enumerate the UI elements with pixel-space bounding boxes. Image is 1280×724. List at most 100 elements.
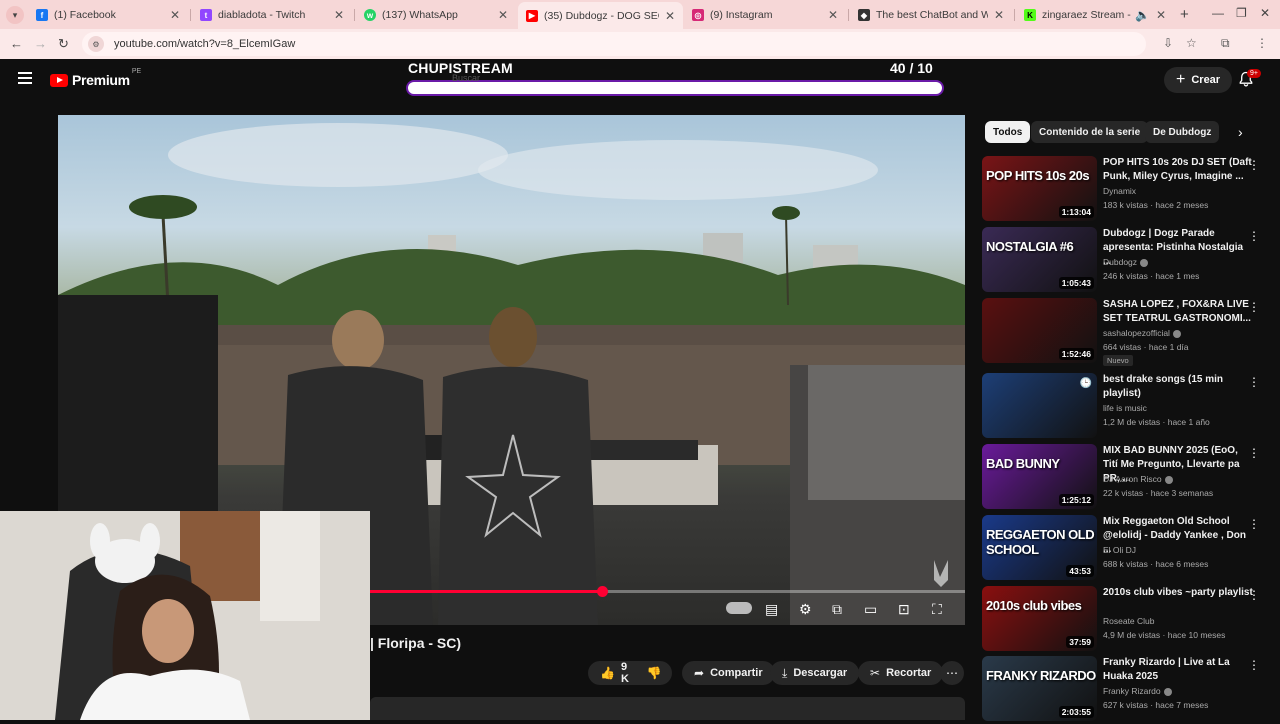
- subtitles-icon[interactable]: ▤: [765, 601, 778, 618]
- duration-badge: 43:53: [1066, 565, 1094, 577]
- views-and-date: 22 k vistas · hace 3 semanas: [1103, 488, 1214, 498]
- extensions-icon[interactable]: ⧉: [1221, 36, 1230, 51]
- mute-tab-icon[interactable]: 🔈: [1135, 8, 1150, 22]
- forward-icon[interactable]: →: [34, 36, 47, 51]
- close-tab-icon[interactable]: ✕: [334, 8, 344, 22]
- close-tab-icon[interactable]: ✕: [994, 8, 1004, 22]
- twitch-icon: t: [200, 9, 212, 21]
- tab-search-icon[interactable]: ▾: [6, 6, 24, 24]
- more-options-icon[interactable]: ⋮: [1248, 446, 1260, 460]
- like-count[interactable]: 9 K: [621, 661, 629, 685]
- cast-icon[interactable]: ⊡: [898, 601, 910, 618]
- overlay-count: 40 / 10: [890, 60, 933, 76]
- menu-icon[interactable]: [18, 72, 32, 84]
- close-window-icon[interactable]: ✕: [1260, 6, 1270, 20]
- watch-later-icon[interactable]: 🕒: [1080, 378, 1092, 389]
- chip-series-content[interactable]: Contenido de la serie: [1031, 121, 1149, 143]
- close-tab-icon[interactable]: ✕: [665, 9, 675, 23]
- autoplay-toggle[interactable]: [726, 602, 752, 614]
- channel-name[interactable]: Franky Rizardo: [1103, 686, 1172, 696]
- channel-name[interactable]: DJ Aaron Risco: [1103, 474, 1173, 484]
- channel-name[interactable]: sashalopezofficial: [1103, 328, 1181, 338]
- recommended-video[interactable]: POP HITS 10s 20s 1:13:04 POP HITS 10s 20s …: [982, 156, 1280, 224]
- recommended-title[interactable]: SASHA LOPEZ , FOX&RA LIVE SET TEATRUL GA…: [1103, 298, 1253, 326]
- duration-badge: 37:59: [1066, 636, 1094, 648]
- close-tab-icon[interactable]: ✕: [170, 8, 180, 22]
- recommended-video[interactable]: NOSTALGIA #6 1:05:43 Dubdogz | Dogz Parade…: [982, 227, 1280, 295]
- tab-title: The best ChatBot and Widgets: [876, 9, 988, 21]
- maximize-icon[interactable]: ❐: [1236, 6, 1247, 20]
- close-tab-icon[interactable]: ✕: [498, 8, 508, 22]
- views-and-date: 183 k vistas · hace 2 meses: [1103, 200, 1209, 210]
- thumbs-down-icon[interactable]: 👎: [647, 666, 662, 680]
- theater-mode-icon[interactable]: ▭: [864, 601, 877, 618]
- channel-name[interactable]: Dynamix: [1103, 186, 1136, 196]
- tab-instagram[interactable]: ◎ (9) Instagram ✕: [684, 4, 846, 26]
- recommended-title[interactable]: POP HITS 10s 20s DJ SET (Daft Punk, Mile…: [1103, 156, 1253, 184]
- tab-youtube-active[interactable]: ▶ (35) Dubdogz - DOG SECRET - ✕: [518, 2, 683, 29]
- channel-name[interactable]: Dubdogz: [1103, 257, 1149, 267]
- back-icon[interactable]: ←: [10, 36, 23, 51]
- video-thumbnail[interactable]: POP HITS 10s 20s 1:13:04: [982, 156, 1097, 221]
- progress-scrubber[interactable]: [597, 586, 608, 597]
- recommended-video[interactable]: 🕒 best drake songs (15 min playlist) life …: [982, 373, 1280, 441]
- channel-name[interactable]: El Oli DJ: [1103, 545, 1136, 555]
- youtube-premium-logo[interactable]: Premium PE: [50, 68, 141, 88]
- minimize-icon[interactable]: —: [1212, 6, 1224, 20]
- url-text: youtube.com/watch?v=8_ElcemIGaw: [114, 38, 296, 50]
- browser-menu-icon[interactable]: ⋮: [1256, 36, 1268, 50]
- video-thumbnail[interactable]: 1:52:46: [982, 298, 1097, 363]
- more-options-icon[interactable]: ⋮: [1248, 588, 1260, 602]
- recommended-video[interactable]: 1:52:46 SASHA LOPEZ , FOX&RA LIVE SET TEA…: [982, 298, 1280, 366]
- download-button[interactable]: ⤓ Descargar: [770, 661, 860, 685]
- tab-kick[interactable]: K zingaraez Stream - Watch ... 🔈 ✕: [1016, 4, 1174, 26]
- bookmark-star-icon[interactable]: ☆: [1186, 36, 1197, 50]
- site-info-icon[interactable]: ⚙: [88, 36, 104, 52]
- chevron-right-icon[interactable]: ›: [1238, 124, 1243, 140]
- install-app-icon[interactable]: ⇩: [1163, 36, 1173, 50]
- channel-name[interactable]: life is music: [1103, 403, 1147, 413]
- video-thumbnail[interactable]: REGGAETON OLD SCHOOL 43:53: [982, 515, 1097, 580]
- overlay-progress-bar: [406, 80, 944, 96]
- miniplayer-icon[interactable]: ⧉: [832, 601, 842, 618]
- more-options-icon[interactable]: ⋮: [1248, 517, 1260, 531]
- tab-facebook[interactable]: f (1) Facebook ✕: [28, 4, 188, 26]
- create-button[interactable]: + Crear: [1164, 67, 1233, 93]
- new-tab-icon[interactable]: +: [1180, 6, 1189, 23]
- video-thumbnail[interactable]: 2010s club vibes 37:59: [982, 586, 1097, 651]
- more-actions-icon[interactable]: ⋯: [940, 661, 964, 685]
- chip-all[interactable]: Todos: [985, 121, 1031, 143]
- more-options-icon[interactable]: ⋮: [1248, 658, 1260, 672]
- close-tab-icon[interactable]: ✕: [828, 8, 838, 22]
- fullscreen-icon[interactable]: ⛶: [932, 601, 942, 618]
- video-thumbnail[interactable]: NOSTALGIA #6 1:05:43: [982, 227, 1097, 292]
- video-thumbnail[interactable]: BAD BUNNY 1:25:12: [982, 444, 1097, 509]
- chip-from-channel[interactable]: De Dubdogz: [1145, 121, 1220, 143]
- clip-button[interactable]: ✂ Recortar: [858, 661, 944, 685]
- share-button[interactable]: ➦ Compartir: [682, 661, 775, 685]
- description-box[interactable]: [370, 697, 965, 720]
- recommended-video[interactable]: BAD BUNNY 1:25:12 MIX BAD BUNNY 2025 (EoO,…: [982, 444, 1280, 512]
- thumbs-up-icon[interactable]: 👍: [600, 666, 615, 680]
- verified-check-icon: [1164, 475, 1173, 484]
- channel-name[interactable]: Roseate Club: [1103, 616, 1155, 626]
- more-options-icon[interactable]: ⋮: [1248, 229, 1260, 243]
- tab-whatsapp[interactable]: w (137) WhatsApp ✕: [356, 4, 516, 26]
- close-tab-icon[interactable]: ✕: [1156, 8, 1166, 22]
- more-options-icon[interactable]: ⋮: [1248, 375, 1260, 389]
- tab-chatbot[interactable]: ◆ The best ChatBot and Widgets ✕: [850, 4, 1012, 26]
- recommended-title[interactable]: 2010s club vibes ~party playlist: [1103, 586, 1253, 600]
- video-thumbnail[interactable]: 🕒: [982, 373, 1097, 438]
- recommended-video[interactable]: 2010s club vibes 37:59 2010s club vibes ~p…: [982, 586, 1280, 654]
- more-options-icon[interactable]: ⋮: [1248, 300, 1260, 314]
- more-options-icon[interactable]: ⋮: [1248, 158, 1260, 172]
- tab-twitch[interactable]: t diabladota - Twitch ✕: [192, 4, 352, 26]
- settings-gear-icon[interactable]: ⚙: [799, 601, 812, 618]
- recommended-video[interactable]: REGGAETON OLD SCHOOL 43:53 Mix Reggaeton O…: [982, 515, 1280, 583]
- reload-icon[interactable]: ↻: [58, 36, 69, 52]
- recommended-title[interactable]: best drake songs (15 min playlist): [1103, 373, 1253, 401]
- recommended-title[interactable]: Franky Rizardo | Live at La Huaka 2025: [1103, 656, 1253, 684]
- video-thumbnail[interactable]: FRANKY RIZARDO 2:03:55: [982, 656, 1097, 721]
- recommended-video[interactable]: FRANKY RIZARDO 2:03:55 Franky Rizardo | Li…: [982, 656, 1280, 724]
- address-bar[interactable]: ⚙ youtube.com/watch?v=8_ElcemIGaw: [82, 32, 1146, 56]
